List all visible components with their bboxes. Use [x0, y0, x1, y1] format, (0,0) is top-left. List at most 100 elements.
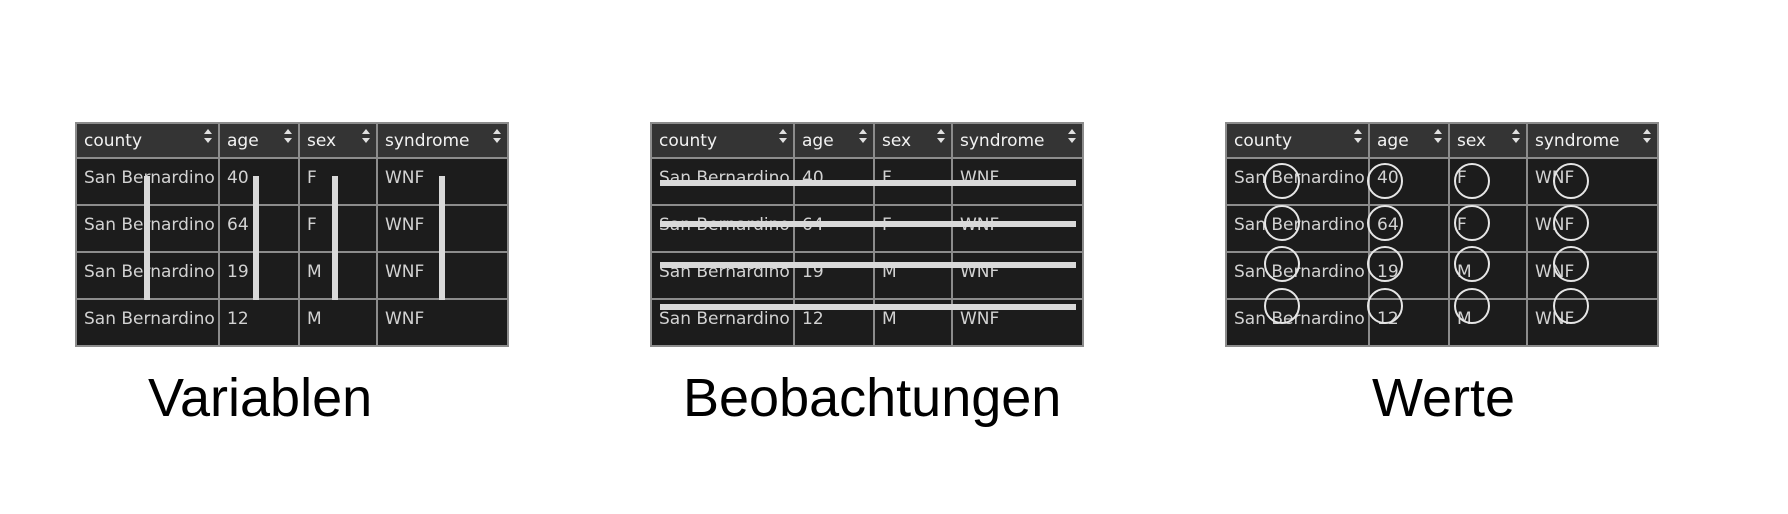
- column-header-label: age: [802, 130, 834, 151]
- table-cell: WNF: [951, 204, 1084, 253]
- table-cell: F: [873, 157, 953, 206]
- table-cell: San Bernardino: [650, 157, 795, 206]
- table-cell: M: [873, 251, 953, 300]
- column-header-label: age: [227, 130, 259, 151]
- table-cell: WNF: [951, 251, 1084, 300]
- table-row: San Bernardino 12 M WNF: [1225, 298, 1659, 347]
- sort-icon[interactable]: [362, 129, 370, 143]
- table-header-row: county age sex syndrome: [650, 122, 1084, 159]
- table-cell: F: [298, 204, 378, 253]
- table-cell: 19: [218, 251, 300, 300]
- column-header[interactable]: syndrome: [951, 122, 1084, 159]
- table-cell: 40: [793, 157, 875, 206]
- table-cell: San Bernardino: [75, 298, 220, 347]
- table-cell: 64: [218, 204, 300, 253]
- table-cell: WNF: [1526, 204, 1659, 253]
- sort-icon[interactable]: [1643, 129, 1651, 143]
- sort-icon[interactable]: [1512, 129, 1520, 143]
- table-cell: San Bernardino: [75, 251, 220, 300]
- table-cell: San Bernardino: [1225, 157, 1370, 206]
- table-cell: M: [1448, 298, 1528, 347]
- column-header-label: sex: [882, 130, 912, 151]
- table-cell: WNF: [376, 157, 509, 206]
- data-table: county age sex syndrome San Bernardino 40 F WN…: [75, 122, 509, 347]
- table-cell: WNF: [1526, 298, 1659, 347]
- table-row: San Bernardino 64 F WNF: [75, 204, 509, 253]
- table-header-row: county age sex syndrome: [1225, 122, 1659, 159]
- sort-icon[interactable]: [284, 129, 292, 143]
- table-cell: WNF: [376, 251, 509, 300]
- table-cell: 12: [1368, 298, 1450, 347]
- caption-variablen: Variablen: [148, 368, 373, 428]
- table-row: San Bernardino 40 F WNF: [75, 157, 509, 206]
- table-cell: San Bernardino: [650, 251, 795, 300]
- column-header-label: county: [1234, 130, 1293, 151]
- table-cell: 12: [218, 298, 300, 347]
- column-header[interactable]: age: [1368, 122, 1450, 159]
- table-cell: F: [1448, 204, 1528, 253]
- table-cell: M: [298, 251, 378, 300]
- column-header[interactable]: county: [650, 122, 795, 159]
- panel-variablen: county age sex syndrome San Bernardino 40 F WN…: [75, 122, 509, 347]
- column-header[interactable]: sex: [298, 122, 378, 159]
- sort-icon[interactable]: [1068, 129, 1076, 143]
- panel-beobachtungen: county age sex syndrome San Bernardino 40 F WN…: [650, 122, 1084, 347]
- sort-icon[interactable]: [204, 129, 212, 143]
- column-header-label: sex: [1457, 130, 1487, 151]
- sort-icon[interactable]: [1354, 129, 1362, 143]
- column-header[interactable]: county: [1225, 122, 1370, 159]
- table-cell: F: [873, 204, 953, 253]
- table-cell: M: [298, 298, 378, 347]
- table-cell: WNF: [1526, 157, 1659, 206]
- table-header-row: county age sex syndrome: [75, 122, 509, 159]
- sort-icon[interactable]: [859, 129, 867, 143]
- column-header[interactable]: syndrome: [1526, 122, 1659, 159]
- table-row: San Bernardino 40 F WNF: [1225, 157, 1659, 206]
- table-cell: WNF: [376, 204, 509, 253]
- table-cell: M: [1448, 251, 1528, 300]
- column-header-label: age: [1377, 130, 1409, 151]
- table-cell: F: [298, 157, 378, 206]
- table-row: San Bernardino 19 M WNF: [1225, 251, 1659, 300]
- sort-icon[interactable]: [1434, 129, 1442, 143]
- table-cell: San Bernardino: [75, 204, 220, 253]
- column-header[interactable]: sex: [1448, 122, 1528, 159]
- column-header[interactable]: age: [218, 122, 300, 159]
- column-header-label: syndrome: [960, 130, 1045, 151]
- sort-icon[interactable]: [779, 129, 787, 143]
- column-header[interactable]: age: [793, 122, 875, 159]
- caption-werte: Werte: [1372, 368, 1516, 428]
- table-cell: WNF: [1526, 251, 1659, 300]
- column-header-label: sex: [307, 130, 337, 151]
- column-header[interactable]: sex: [873, 122, 953, 159]
- table-row: San Bernardino 12 M WNF: [75, 298, 509, 347]
- table-row: San Bernardino 19 M WNF: [650, 251, 1084, 300]
- panel-werte: county age sex syndrome San Bernardino 40 F WN…: [1225, 122, 1659, 347]
- column-header-label: county: [659, 130, 718, 151]
- table-row: San Bernardino 64 F WNF: [1225, 204, 1659, 253]
- sort-icon[interactable]: [937, 129, 945, 143]
- column-header-label: county: [84, 130, 143, 151]
- table-cell: 19: [1368, 251, 1450, 300]
- column-header[interactable]: syndrome: [376, 122, 509, 159]
- table-cell: 64: [793, 204, 875, 253]
- table-cell: San Bernardino: [650, 204, 795, 253]
- column-header-label: syndrome: [1535, 130, 1620, 151]
- table-cell: 40: [218, 157, 300, 206]
- table-cell: F: [1448, 157, 1528, 206]
- table-cell: WNF: [376, 298, 509, 347]
- caption-beobachtungen: Beobachtungen: [683, 368, 1062, 428]
- table-row: San Bernardino 12 M WNF: [650, 298, 1084, 347]
- sort-icon[interactable]: [493, 129, 501, 143]
- table-cell: San Bernardino: [1225, 298, 1370, 347]
- table-row: San Bernardino 64 F WNF: [650, 204, 1084, 253]
- table-cell: 40: [1368, 157, 1450, 206]
- table-cell: San Bernardino: [1225, 204, 1370, 253]
- table-cell: 64: [1368, 204, 1450, 253]
- table-cell: San Bernardino: [650, 298, 795, 347]
- column-header[interactable]: county: [75, 122, 220, 159]
- table-row: San Bernardino 19 M WNF: [75, 251, 509, 300]
- data-table: county age sex syndrome San Bernardino 40 F WN…: [650, 122, 1084, 347]
- data-table: county age sex syndrome San Bernardino 40 F WN…: [1225, 122, 1659, 347]
- table-cell: San Bernardino: [1225, 251, 1370, 300]
